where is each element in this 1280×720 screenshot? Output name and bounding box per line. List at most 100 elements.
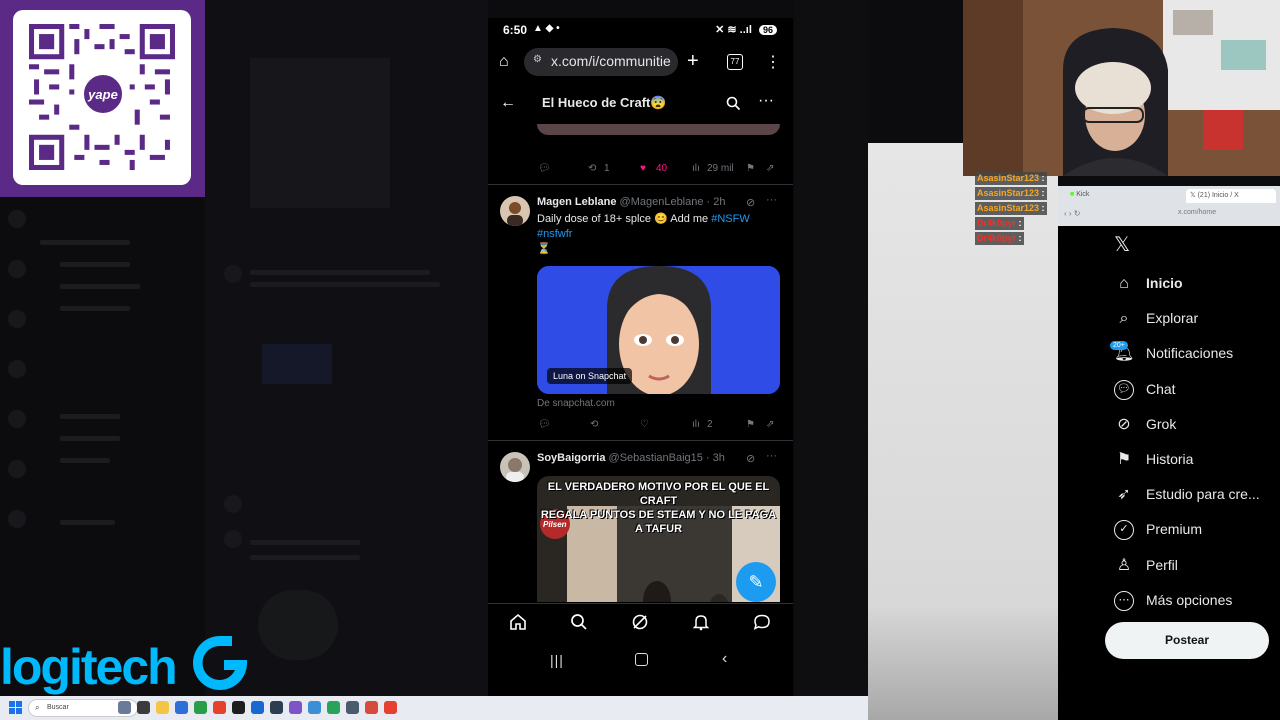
back-arrow-icon[interactable]: ← <box>500 94 516 112</box>
grok-icon[interactable]: ⊘ <box>746 452 755 465</box>
bookmark-icon[interactable]: ⚑ <box>746 419 755 430</box>
bookmark-icon[interactable]: ⚑ <box>746 163 755 174</box>
taskbar-app-icon[interactable] <box>327 701 340 714</box>
taskbar-app-icon[interactable] <box>308 701 321 714</box>
taskbar-app-icon[interactable] <box>137 701 150 714</box>
url-text: x.com/i/communitie <box>551 53 671 69</box>
chat-user: AsasinStar123 <box>977 188 1040 198</box>
tweet-author[interactable]: Magen Leblane @MagenLeblane · 2h <box>537 196 726 208</box>
sidebar-item-2[interactable]: Notificaciones <box>1146 345 1233 361</box>
retweet-icon[interactable]: ⟲ <box>588 163 596 174</box>
taskbar-app-icon[interactable] <box>289 701 302 714</box>
meme-caption-line: EL VERDADERO MOTIVO POR EL QUE EL CRAFT <box>547 481 770 507</box>
taskbar-app-icon[interactable] <box>194 701 207 714</box>
chat-icon[interactable] <box>753 613 771 631</box>
reply-icon[interactable]: 💬︎ <box>538 419 551 430</box>
share-icon[interactable]: ⇗ <box>766 163 774 174</box>
home-icon[interactable]: ⌂ <box>499 53 509 71</box>
taskbar-app-icon[interactable] <box>346 701 359 714</box>
sidebar-item-0[interactable]: Inicio <box>1146 275 1183 291</box>
android-nav-bar: ||| ‹ <box>488 646 793 676</box>
home-icon[interactable] <box>509 613 527 631</box>
tweet-author[interactable]: SoyBaigorria @SebastianBaig15 · 3h <box>537 452 725 464</box>
avatar[interactable] <box>500 452 530 482</box>
sidebar-item-7[interactable]: Premium <box>1146 521 1202 537</box>
logitech-g-logo <box>193 636 247 690</box>
message-line <box>250 270 430 275</box>
taskbar-app-icon[interactable] <box>156 701 169 714</box>
grok-icon[interactable]: ⊘ <box>746 196 755 209</box>
share-icon[interactable]: ⇗ <box>766 419 774 430</box>
card-label: Luna on Snapchat <box>547 368 633 384</box>
search-icon[interactable] <box>726 96 741 111</box>
status-right: ✕ ≋ ..ıl 96 <box>715 23 777 36</box>
compose-icon[interactable]: ✎ <box>736 562 776 602</box>
server-icon <box>8 310 26 328</box>
discord-image-preview <box>250 58 390 208</box>
sidebar-item-9[interactable]: Más opciones <box>1146 592 1232 608</box>
server-icon <box>8 410 26 428</box>
hashtag-link[interactable]: #nsfwfr <box>537 228 572 240</box>
card-source[interactable]: De snapchat.com <box>537 398 615 409</box>
chat-line: AsasinStar123 : <box>975 202 1047 215</box>
address-bar[interactable]: x.com/home <box>1178 209 1216 216</box>
link-card-image[interactable]: Luna on Snapchat <box>537 266 780 394</box>
taskbar-app-icon[interactable] <box>251 701 264 714</box>
menu-dots-icon[interactable]: ⋮ <box>765 52 781 72</box>
sidebar-item-4[interactable]: Grok <box>1146 416 1176 432</box>
like-icon[interactable]: ♥ <box>640 163 646 174</box>
sidebar-item-3[interactable]: Chat <box>1146 381 1176 397</box>
sidebar-item-8[interactable]: Perfil <box>1146 557 1178 573</box>
channel-line <box>60 284 140 289</box>
author-name: SoyBaigorria <box>537 452 606 464</box>
like-icon[interactable]: ♡ <box>640 419 649 430</box>
taskbar-app-icon[interactable] <box>365 701 378 714</box>
status-time: 6:50 <box>503 23 528 37</box>
taskbar-app-icon[interactable] <box>175 701 188 714</box>
hashtag-link[interactable]: #NSFW <box>711 213 750 225</box>
chat-user: Dr4k0pyr <box>977 233 1017 243</box>
nav-arrows-icon[interactable]: ‹ › ↻ <box>1064 209 1080 218</box>
new-tab-icon[interactable]: + <box>687 50 699 73</box>
bell-icon[interactable] <box>692 613 710 631</box>
recent-apps-icon[interactable]: ||| <box>550 652 564 668</box>
taskbar-app-icon[interactable] <box>384 701 397 714</box>
browser-tab[interactable]: 𝕏 (21) Inicio / X <box>1186 189 1276 203</box>
previous-tweet-actions: 💬︎ ⟲ 1 ♥ 40 ılı 29 mil ⚑ ⇗ <box>532 162 782 178</box>
more-icon[interactable]: ··· <box>766 450 777 462</box>
retweet-count: 1 <box>604 163 610 174</box>
taskbar-app-icon[interactable] <box>232 701 245 714</box>
sidebar-item-6[interactable]: Estudio para cre... <box>1146 486 1260 502</box>
discord-emoji <box>258 590 338 660</box>
hourglass-emoji: ⏳ <box>537 243 551 255</box>
author-name: Magen Leblane <box>537 196 617 208</box>
taskbar-app-icon[interactable] <box>118 701 131 714</box>
avatar[interactable] <box>500 196 530 226</box>
reply-icon[interactable]: 💬︎ <box>538 163 551 174</box>
tab-count-icon[interactable]: 77 <box>727 54 743 70</box>
more-icon[interactable]: ··· <box>766 194 777 206</box>
sidebar-item-1[interactable]: Explorar <box>1146 310 1198 326</box>
x-sidebar: 𝕏 ⌂ Inicio ⌕ Explorar 🔔︎ Notificaciones 💬︎ Chat… <box>1058 226 1280 720</box>
taskbar-app-icon[interactable] <box>213 701 226 714</box>
chat-line: AsasinStar123 : <box>975 187 1047 200</box>
search-icon[interactable] <box>570 613 588 631</box>
grok-icon[interactable] <box>631 613 649 631</box>
android-home-icon[interactable] <box>635 653 648 666</box>
post-button[interactable]: Postear <box>1105 622 1269 659</box>
views-icon[interactable]: ılı <box>692 163 700 174</box>
retweet-icon[interactable]: ⟲ <box>590 419 598 430</box>
views-icon[interactable]: ılı <box>692 419 700 430</box>
sidebar-item-5[interactable]: Historia <box>1146 451 1193 467</box>
url-input[interactable]: ⚙ x.com/i/communitie <box>524 48 678 76</box>
site-settings-icon[interactable]: ⚙ <box>533 54 542 65</box>
divider <box>488 184 793 185</box>
windows-start-icon[interactable] <box>9 701 22 714</box>
browser-tab[interactable]: ■ Kick <box>1066 189 1093 203</box>
x-logo-icon[interactable]: 𝕏 <box>1114 232 1130 257</box>
android-back-icon[interactable]: ‹ <box>722 650 727 668</box>
chat-user: AsasinStar123 <box>977 173 1040 183</box>
more-icon[interactable]: ··· <box>758 92 774 110</box>
previous-tweet-image <box>537 124 780 135</box>
taskbar-app-icon[interactable] <box>270 701 283 714</box>
